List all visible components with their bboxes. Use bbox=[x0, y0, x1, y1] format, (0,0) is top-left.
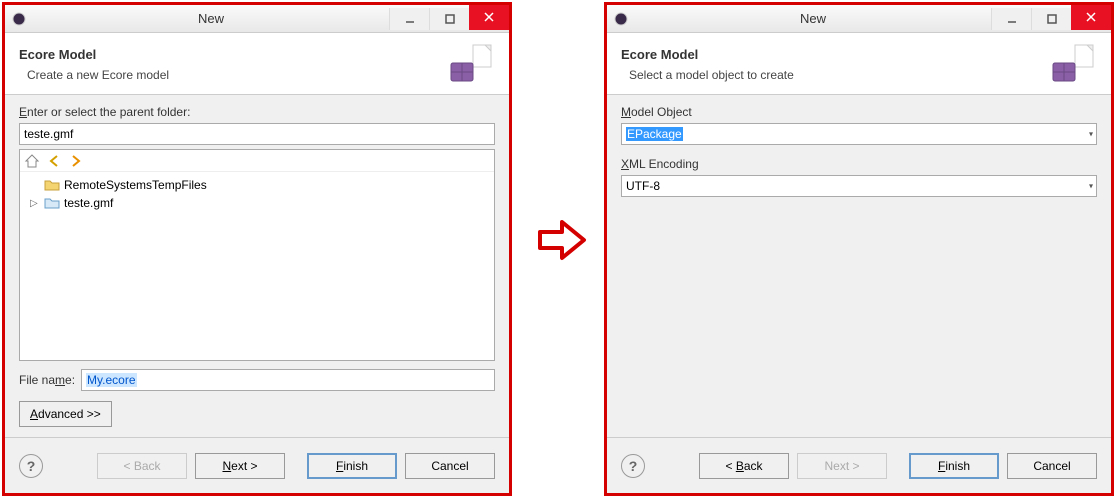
parent-folder-label: Enter or select the parent folder: bbox=[19, 105, 495, 119]
advanced-button[interactable]: Advanced >> bbox=[19, 401, 112, 427]
filename-input[interactable]: My.ecore bbox=[81, 369, 495, 391]
help-icon[interactable]: ? bbox=[19, 454, 43, 478]
titlebar[interactable]: New bbox=[607, 5, 1111, 33]
ecore-wizard-icon bbox=[447, 41, 495, 89]
banner-title: Ecore Model bbox=[19, 47, 169, 62]
model-object-group: Model Object EPackage ▾ bbox=[621, 105, 1097, 145]
banner-text: Ecore Model Create a new Ecore model bbox=[19, 47, 169, 82]
finish-button[interactable]: Finish bbox=[307, 453, 397, 479]
maximize-button[interactable] bbox=[1031, 8, 1071, 30]
close-button[interactable] bbox=[469, 5, 509, 30]
banner-title: Ecore Model bbox=[621, 47, 794, 62]
back-button[interactable]: < Back bbox=[97, 453, 187, 479]
titlebar[interactable]: New bbox=[5, 5, 509, 33]
wizard-footer: ? < Back Next > Finish Cancel bbox=[5, 437, 509, 493]
chevron-down-icon: ▾ bbox=[1089, 182, 1093, 191]
expander-icon[interactable]: ▷ bbox=[30, 198, 40, 209]
model-object-label: Model Object bbox=[621, 105, 1097, 119]
window-controls bbox=[991, 8, 1111, 30]
chevron-down-icon: ▾ bbox=[1089, 130, 1093, 139]
help-icon[interactable]: ? bbox=[621, 454, 645, 478]
model-object-combo[interactable]: EPackage ▾ bbox=[621, 123, 1097, 145]
new-ecore-dialog-step1: New Ecore Model Create a new Ecore model… bbox=[2, 2, 512, 496]
eclipse-icon bbox=[11, 11, 27, 27]
tree-item-label: teste.gmf bbox=[64, 196, 113, 210]
wizard-banner: Ecore Model Select a model object to cre… bbox=[607, 33, 1111, 95]
wizard-banner: Ecore Model Create a new Ecore model bbox=[5, 33, 509, 95]
minimize-button[interactable] bbox=[991, 8, 1031, 30]
parent-folder-input[interactable] bbox=[19, 123, 495, 145]
folder-icon bbox=[44, 177, 60, 193]
tree-item[interactable]: ▷ teste.gmf bbox=[26, 194, 488, 212]
xml-encoding-label: XML Encoding bbox=[621, 157, 1097, 171]
back-arrow-icon[interactable] bbox=[46, 153, 62, 169]
forward-arrow-icon[interactable] bbox=[68, 153, 84, 169]
cancel-button[interactable]: Cancel bbox=[405, 453, 495, 479]
tree-toolbar bbox=[20, 150, 494, 172]
tree-item[interactable]: RemoteSystemsTempFiles bbox=[26, 176, 488, 194]
folder-tree-container: RemoteSystemsTempFiles ▷ teste.gmf bbox=[19, 149, 495, 361]
banner-description: Create a new Ecore model bbox=[27, 68, 169, 82]
tree-item-label: RemoteSystemsTempFiles bbox=[64, 178, 207, 192]
ecore-wizard-icon bbox=[1049, 41, 1097, 89]
banner-description: Select a model object to create bbox=[629, 68, 794, 82]
new-ecore-dialog-step2: New Ecore Model Select a model object to… bbox=[604, 2, 1114, 496]
back-button[interactable]: < Back bbox=[699, 453, 789, 479]
xml-encoding-group: XML Encoding ▾ bbox=[621, 157, 1097, 197]
folder-open-icon bbox=[44, 195, 60, 211]
filename-row: File name: My.ecore bbox=[19, 369, 495, 391]
wizard-content: Enter or select the parent folder: Remot… bbox=[5, 95, 509, 437]
eclipse-icon bbox=[613, 11, 629, 27]
next-button[interactable]: Next > bbox=[797, 453, 887, 479]
close-button[interactable] bbox=[1071, 5, 1111, 30]
finish-button[interactable]: Finish bbox=[909, 453, 999, 479]
folder-tree[interactable]: RemoteSystemsTempFiles ▷ teste.gmf bbox=[20, 172, 494, 360]
xml-encoding-combo[interactable]: ▾ bbox=[621, 175, 1097, 197]
banner-text: Ecore Model Select a model object to cre… bbox=[621, 47, 794, 82]
cancel-button[interactable]: Cancel bbox=[1007, 453, 1097, 479]
home-icon[interactable] bbox=[24, 153, 40, 169]
window-title: New bbox=[635, 11, 991, 26]
wizard-footer: ? < Back Next > Finish Cancel bbox=[607, 437, 1111, 493]
minimize-button[interactable] bbox=[389, 8, 429, 30]
filename-label: File name: bbox=[19, 373, 75, 387]
sequence-arrow-icon bbox=[532, 210, 592, 270]
maximize-button[interactable] bbox=[429, 8, 469, 30]
window-title: New bbox=[33, 11, 389, 26]
wizard-content: Model Object EPackage ▾ XML Encoding ▾ bbox=[607, 95, 1111, 437]
window-controls bbox=[389, 8, 509, 30]
next-button[interactable]: Next > bbox=[195, 453, 285, 479]
